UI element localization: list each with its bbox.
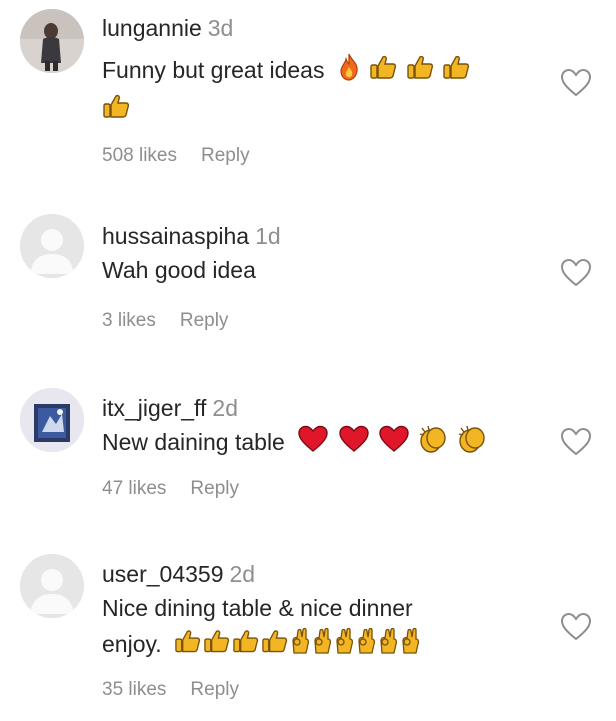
heart-outline-icon — [560, 258, 592, 287]
comment-header: lungannie 3d — [102, 14, 536, 42]
comment-text: Nice dining table & nice dinner — [102, 590, 536, 626]
comment-text-line-2: enjoy. — [102, 626, 536, 665]
timestamp: 1d — [255, 223, 281, 249]
thumbs-up-icon — [203, 628, 230, 664]
comment-meta: 508 likes Reply — [102, 145, 536, 167]
profile-photo-icon — [20, 9, 84, 73]
profile-photo-icon — [20, 388, 84, 452]
ok-hand-icon — [400, 627, 420, 665]
comment-text: Wah good idea — [102, 252, 536, 288]
like-button[interactable] — [560, 258, 592, 288]
fire-icon — [337, 53, 361, 91]
heart-outline-icon — [560, 612, 592, 641]
comment-text: Funny but great ideas — [102, 52, 536, 91]
avatar[interactable] — [20, 388, 84, 452]
timestamp: 2d — [229, 561, 256, 587]
comment-item: user_04359 2d Nice dining table & nice di… — [0, 540, 616, 721]
ok-hand-icon — [378, 627, 398, 665]
thumbs-up-icon — [174, 628, 201, 664]
like-button[interactable] — [560, 612, 592, 642]
comment-text-line: Funny but great ideas — [102, 57, 325, 83]
thumbs-up-icon — [102, 93, 130, 129]
timestamp: 3d — [207, 15, 234, 41]
default-avatar-icon — [20, 554, 84, 618]
red-heart-icon — [338, 425, 370, 463]
timestamp: 2d — [212, 395, 239, 421]
thumbs-up-icon — [261, 628, 288, 664]
likes-count[interactable]: 508 likes — [102, 145, 177, 167]
thumbs-up-icon — [406, 54, 434, 90]
avatar[interactable] — [20, 214, 84, 278]
comment-text-line-2 — [102, 91, 536, 129]
comment-text-line: Wah good idea — [102, 257, 256, 283]
username[interactable]: itx_jiger_ff — [102, 395, 206, 421]
thumbs-up-icon — [442, 54, 470, 90]
reply-button[interactable]: Reply — [201, 145, 250, 167]
username[interactable]: user_04359 — [102, 561, 224, 587]
comment-text: New daining table — [102, 424, 536, 464]
comment-item: lungannie 3d Funny but great ideas 508 l… — [0, 0, 616, 190]
avatar[interactable] — [20, 554, 84, 618]
red-heart-icon — [378, 425, 410, 463]
avatar[interactable] — [20, 9, 84, 73]
comment-text-line: Nice dining table & nice dinner — [102, 595, 413, 621]
like-button[interactable] — [560, 68, 592, 98]
reply-button[interactable]: Reply — [180, 310, 229, 332]
comment-meta: 47 likes Reply — [102, 478, 536, 500]
reply-button[interactable]: Reply — [190, 679, 239, 701]
red-heart-icon — [297, 425, 329, 463]
comment-text-line: enjoy. — [102, 631, 162, 657]
ok-hand-icon — [356, 627, 376, 665]
comment-meta: 35 likes Reply — [102, 679, 536, 701]
heart-outline-icon — [560, 68, 592, 97]
default-avatar-icon — [20, 214, 84, 278]
ok-hand-icon — [334, 627, 354, 665]
emoji-group — [174, 626, 422, 665]
comment-header: itx_jiger_ff 2d — [102, 394, 536, 422]
heart-outline-icon — [560, 427, 592, 456]
likes-count[interactable]: 35 likes — [102, 679, 166, 701]
emoji-group — [337, 52, 472, 91]
ok-hand-icon — [312, 627, 332, 665]
emoji-group — [297, 424, 489, 464]
clapping-hands-icon — [457, 424, 487, 464]
comment-item: itx_jiger_ff 2d New daining table 47 lik… — [0, 370, 616, 540]
likes-count[interactable]: 47 likes — [102, 478, 166, 500]
clapping-hands-icon — [418, 424, 448, 464]
username[interactable]: lungannie — [102, 15, 202, 41]
comment-header: user_04359 2d — [102, 560, 536, 588]
like-button[interactable] — [560, 427, 592, 457]
username[interactable]: hussainaspiha — [102, 223, 249, 249]
thumbs-up-icon — [369, 54, 397, 90]
comment-item: hussainaspiha 1d Wah good idea 3 likes Rep… — [0, 190, 616, 370]
reply-button[interactable]: Reply — [190, 478, 239, 500]
comment-text-line: New daining table — [102, 429, 285, 456]
comment-header: hussainaspiha 1d — [102, 222, 536, 250]
ok-hand-icon — [290, 627, 310, 665]
likes-count[interactable]: 3 likes — [102, 310, 156, 332]
thumbs-up-icon — [232, 628, 259, 664]
comment-meta: 3 likes Reply — [102, 310, 536, 332]
